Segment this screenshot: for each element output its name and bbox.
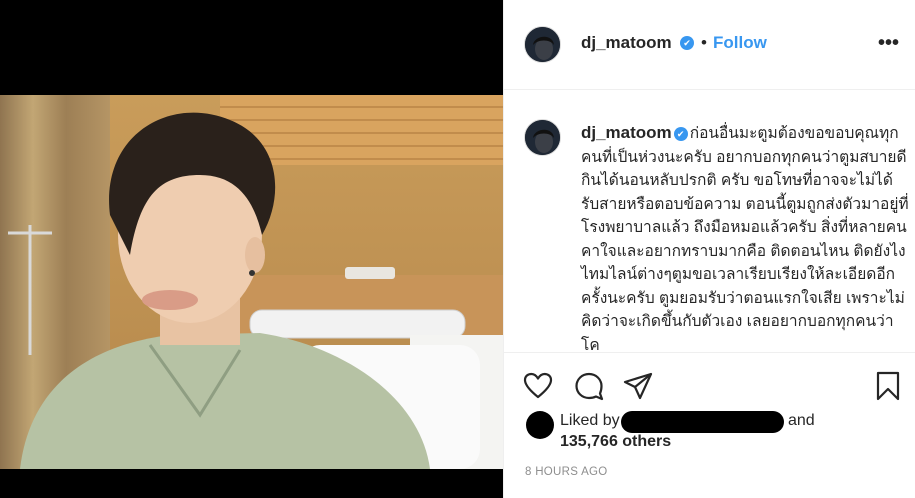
post-panel: dj_matoom ✔ • Follow ••• dj_matoom ✔ ก่อนอ…: [504, 0, 915, 498]
more-options-icon[interactable]: •••: [878, 32, 899, 55]
caption-verified-badge-icon: ✔: [673, 127, 688, 141]
caption-text: ก่อนอื่นมะตูมต้องขอขอบคุณทุกคนที่เป็นห่ว…: [581, 125, 909, 353]
heart-icon: [523, 372, 553, 399]
separator-dot: •: [701, 33, 707, 52]
post-caption: dj_matoom ✔ ก่อนอื่นมะตูมต้องขอขอบคุณทุกคน…: [581, 121, 911, 353]
and-label: and: [788, 412, 815, 429]
redacted-username: [621, 411, 784, 433]
bookmark-icon: [876, 371, 900, 401]
author-avatar[interactable]: [524, 26, 561, 63]
selfie-photo[interactable]: [0, 95, 503, 469]
avatar-image: [525, 27, 560, 62]
share-button[interactable]: [622, 370, 654, 402]
photo-illustration: [0, 95, 503, 469]
paper-plane-icon: [623, 372, 653, 400]
likes-summary: Liked by and 135,766 others: [526, 409, 906, 469]
avatar-image: [525, 120, 560, 155]
save-button[interactable]: [872, 370, 904, 402]
follow-button[interactable]: Follow: [713, 33, 767, 53]
likes-count-link[interactable]: 135,766 others: [560, 433, 671, 451]
post-timestamp[interactable]: 8 HOURS AGO: [525, 466, 608, 478]
caption-author-avatar[interactable]: [524, 119, 561, 156]
post-header: dj_matoom ✔ • Follow •••: [504, 0, 915, 90]
liker-avatar[interactable]: [526, 411, 554, 439]
action-bar: [504, 360, 915, 410]
comment-icon: [575, 372, 604, 401]
caption-username[interactable]: dj_matoom: [581, 123, 672, 142]
verified-badge-icon: ✔: [680, 36, 694, 50]
caption-area[interactable]: dj_matoom ✔ ก่อนอื่นมะตูมต้องขอขอบคุณทุกคน…: [504, 91, 915, 353]
comment-button[interactable]: [573, 370, 605, 402]
author-username[interactable]: dj_matoom: [581, 33, 672, 53]
liked-by-label: Liked by: [560, 412, 620, 429]
post-media[interactable]: [0, 0, 503, 498]
like-button[interactable]: [522, 370, 554, 402]
